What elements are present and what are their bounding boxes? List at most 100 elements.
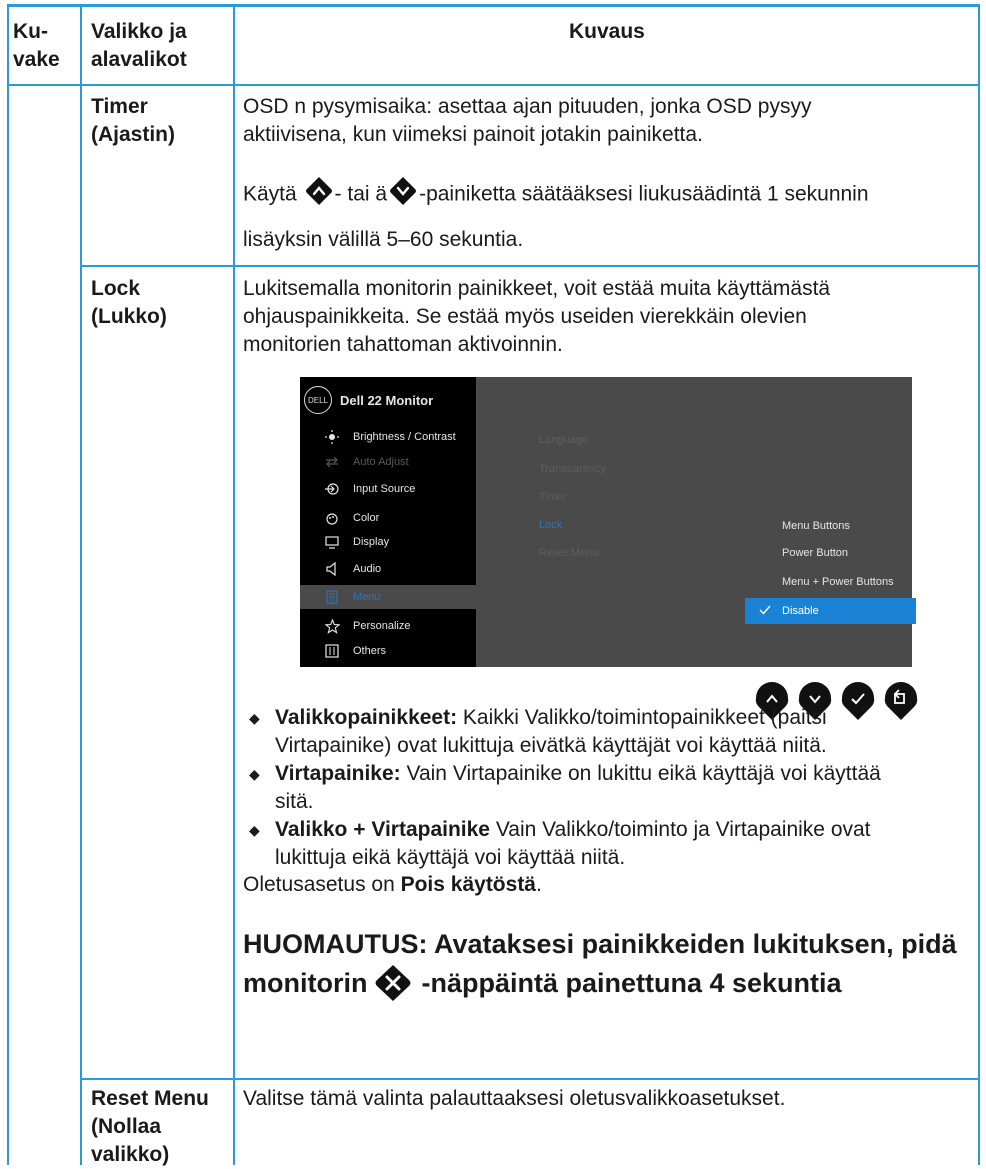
- header-text: Valikko ja: [91, 20, 187, 43]
- text-line: monitorien tahattoman aktivoinnin.: [243, 333, 563, 356]
- osd-item-display[interactable]: Display: [300, 530, 476, 554]
- note-text: monitorin: [243, 967, 368, 998]
- osd-item-label: Others: [353, 645, 387, 657]
- lock-options-list: ◆ Valikkopainikkeet: Kaikki Valikko/toimi…: [243, 704, 973, 872]
- option-label: Disable: [782, 605, 819, 617]
- bullet-icon: ◆: [249, 710, 260, 726]
- text-fragment: Oletusasetus on: [243, 873, 401, 896]
- osd-item-auto-adjust[interactable]: Auto Adjust: [300, 450, 476, 474]
- timer-row-name: Timer (Ajastin): [91, 93, 175, 149]
- timer-range: lisäyksin välillä 5–60 sekuntia.: [243, 228, 524, 251]
- table-border: [80, 265, 980, 267]
- option-label: Menu + Power Buttons: [782, 576, 894, 588]
- table-border: [80, 1078, 980, 1080]
- down-button-icon: [387, 175, 419, 215]
- row-name-text: Lock: [91, 277, 141, 300]
- osd-option-menu-power-buttons[interactable]: Menu + Power Buttons: [745, 569, 915, 595]
- bullet-icon: ◆: [249, 766, 260, 782]
- bullet-text: Virtapainike) ovat lukittuja eivätkä käy…: [275, 734, 827, 757]
- table-border: [233, 4, 235, 1165]
- auto-adjust-icon: [322, 456, 342, 468]
- text-line: OSD n pysymisaika: asettaa ajan pituuden…: [243, 95, 812, 118]
- unlock-note: HUOMAUTUS: Avataksesi painikkeiden lukit…: [243, 926, 973, 1003]
- osd-item-color[interactable]: Color: [300, 506, 476, 530]
- osd-item-label: Display: [353, 536, 390, 548]
- note-line: monitorin -näppäintä painettuna 4 sekunt…: [243, 963, 973, 1003]
- reset-menu-description: Valitse tämä valinta palauttaaksesi olet…: [243, 1087, 786, 1110]
- osd-submenu-transparency[interactable]: Transparency: [539, 463, 606, 475]
- menu-icon: [322, 590, 342, 604]
- table-top-border: [7, 4, 980, 7]
- osd-main-menu: DELL Dell 22 Monitor Brightness / Contra…: [300, 377, 476, 667]
- lock-row-name: Lock (Lukko): [91, 275, 167, 331]
- list-item: ◆ Valikkopainikkeet: Kaikki Valikko/toimi…: [243, 704, 973, 760]
- osd-menu-screenshot: DELL Dell 22 Monitor Brightness / Contra…: [300, 377, 916, 667]
- osd-title: Dell 22 Monitor: [340, 392, 434, 408]
- display-icon: [322, 535, 342, 549]
- bullet-text: Vain Virtapainike on lukittu eikä käyttä…: [400, 762, 881, 785]
- header-description-col: Kuvaus: [569, 20, 645, 43]
- osd-submenu-reset-menu[interactable]: Reset Menu: [539, 547, 598, 559]
- osd-item-input-source[interactable]: Input Source: [300, 477, 476, 501]
- lock-description: Lukitsemalla monitorin painikkeet, voit …: [243, 275, 963, 359]
- timer-description: OSD n pysymisaika: asettaa ajan pituuden…: [243, 93, 963, 149]
- text-line: Lukitsemalla monitorin painikkeet, voit …: [243, 277, 831, 300]
- osd-item-brightness[interactable]: Brightness / Contrast: [300, 425, 476, 449]
- text-fragment: - tai ä: [334, 182, 388, 206]
- osd-item-label: Auto Adjust: [353, 456, 409, 468]
- row-name-text: Reset Menu: [91, 1087, 209, 1110]
- osd-brand: DELL Dell 22 Monitor: [304, 385, 433, 415]
- osd-item-menu[interactable]: Menu: [300, 585, 476, 609]
- bullet-term: Valikkopainikkeet:: [275, 706, 458, 729]
- note-text: -näppäintä painettuna 4 sekuntia: [421, 967, 842, 998]
- osd-item-label: Menu: [353, 591, 381, 603]
- up-button-icon: [303, 175, 335, 215]
- audio-icon: [322, 562, 342, 576]
- default-value: Pois käytöstä: [400, 873, 536, 896]
- bullet-icon: ◆: [249, 822, 260, 838]
- osd-submenu-lock[interactable]: Lock: [539, 519, 562, 531]
- header-text: alavalikot: [91, 48, 187, 71]
- dell-logo: DELL: [304, 386, 332, 414]
- reset-menu-row-name: Reset Menu (Nollaa valikko): [91, 1085, 209, 1169]
- table-border: [80, 4, 82, 1165]
- row-name-text: (Lukko): [91, 305, 167, 328]
- text-fragment: -painiketta säätääksesi liukusäädintä 1 …: [419, 182, 869, 206]
- text-line: aktiivisena, kun viimeksi painoit jotaki…: [243, 123, 703, 146]
- header-icon-col: Ku- vake: [13, 18, 60, 74]
- osd-option-disable[interactable]: Disable: [745, 598, 916, 624]
- row-name-text: (Ajastin): [91, 123, 175, 146]
- close-button-icon: [373, 963, 413, 1003]
- option-label: Power Button: [782, 547, 849, 559]
- bullet-text: Vain Valikko/toiminto ja Virtapainike ov…: [489, 818, 871, 841]
- header-text: Ku-: [13, 20, 48, 43]
- table-border: [7, 4, 9, 1165]
- osd-item-label: Input Source: [353, 483, 416, 495]
- osd-submenu-language[interactable]: Language: [539, 434, 588, 446]
- header-menu-col: Valikko ja alavalikot: [91, 18, 187, 74]
- timer-instruction: Käytä - tai ä -painiketta säätääksesi liu…: [243, 175, 963, 215]
- note-line: HUOMAUTUS: Avataksesi painikkeiden lukit…: [243, 929, 957, 959]
- table-border: [978, 4, 980, 1165]
- bullet-term: Valikko + Virtapainike: [275, 818, 490, 841]
- row-name-text: Timer: [91, 95, 148, 118]
- osd-item-label: Audio: [353, 563, 382, 575]
- table-border: [7, 84, 980, 86]
- option-label: Menu Buttons: [782, 520, 850, 532]
- others-icon: [322, 644, 342, 658]
- default-setting: Oletusasetus on Pois käytöstä.: [243, 871, 963, 899]
- header-text: vake: [13, 48, 60, 71]
- text-fragment: .: [536, 873, 542, 896]
- brightness-icon: [322, 430, 342, 444]
- osd-item-others[interactable]: Others: [300, 639, 476, 663]
- osd-item-label: Personalize: [353, 620, 411, 632]
- osd-option-menu-buttons[interactable]: Menu Buttons: [745, 513, 915, 539]
- osd-item-personalize[interactable]: Personalize: [300, 614, 476, 638]
- input-source-icon: [322, 482, 342, 496]
- list-item: ◆ Virtapainike: Vain Virtapainike on luki…: [243, 760, 973, 816]
- osd-item-label: Brightness / Contrast: [353, 431, 456, 443]
- osd-submenu-timer[interactable]: Timer: [539, 491, 567, 503]
- checkmark-icon: [759, 603, 771, 620]
- osd-item-audio[interactable]: Audio: [300, 557, 476, 581]
- osd-option-power-button[interactable]: Power Button: [745, 540, 915, 566]
